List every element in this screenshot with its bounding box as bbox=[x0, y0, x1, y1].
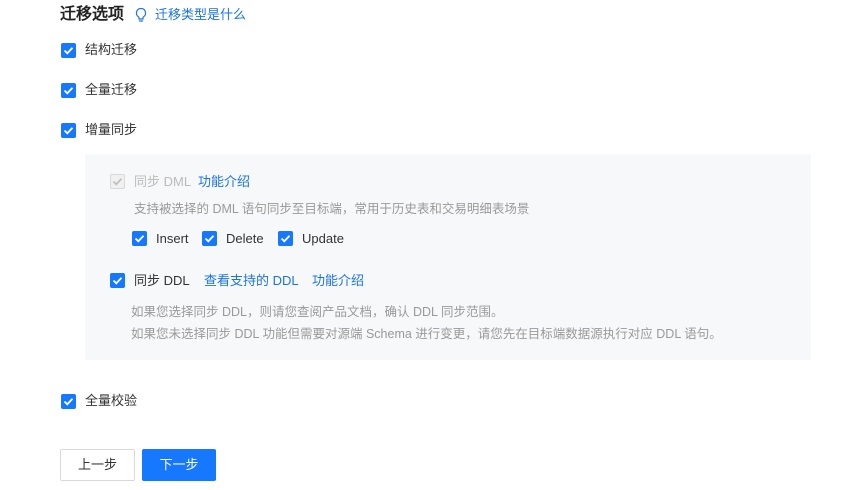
section-title: 迁移选项 bbox=[60, 6, 125, 23]
dml-insert-checkbox[interactable] bbox=[132, 231, 147, 246]
sync-dml-description: 支持被选择的 DML 语句同步至目标端，常用于历史表和交易明细表场景 bbox=[134, 202, 530, 216]
check-icon bbox=[63, 127, 74, 135]
check-icon bbox=[112, 277, 123, 285]
sync-ddl-checkbox[interactable] bbox=[110, 273, 125, 288]
previous-step-button[interactable]: 上一步 bbox=[60, 449, 135, 481]
full-migration-checkbox[interactable] bbox=[61, 83, 76, 98]
dml-delete-checkbox[interactable] bbox=[202, 231, 217, 246]
supported-ddl-link[interactable]: 查看支持的 DDL bbox=[204, 273, 299, 289]
sync-dml-checkbox bbox=[110, 174, 125, 189]
full-verification-checkbox[interactable] bbox=[61, 394, 76, 409]
full-migration-label: 全量迁移 bbox=[85, 82, 138, 97]
sync-ddl-label: 同步 DDL bbox=[134, 273, 190, 288]
dml-update-label: Update bbox=[302, 231, 344, 246]
dml-update-checkbox[interactable] bbox=[278, 231, 293, 246]
check-icon bbox=[134, 235, 145, 243]
sync-dml-intro-link[interactable]: 功能介绍 bbox=[198, 174, 250, 190]
sync-ddl-intro-link[interactable]: 功能介绍 bbox=[312, 273, 364, 289]
check-icon bbox=[204, 235, 215, 243]
check-icon bbox=[63, 87, 74, 95]
full-verification-label: 全量校验 bbox=[85, 393, 138, 408]
check-icon bbox=[112, 178, 123, 186]
check-icon bbox=[63, 398, 74, 406]
dml-delete-label: Delete bbox=[226, 231, 264, 246]
schema-migration-checkbox[interactable] bbox=[61, 43, 76, 58]
sync-ddl-note-2: 如果您未选择同步 DDL 功能但需要对源端 Schema 进行变更，请您先在目标… bbox=[131, 327, 722, 341]
incremental-sync-label: 增量同步 bbox=[85, 122, 138, 137]
schema-migration-label: 结构迁移 bbox=[85, 42, 138, 57]
next-step-button[interactable]: 下一步 bbox=[142, 449, 216, 481]
check-icon bbox=[63, 47, 74, 55]
sync-ddl-note-1: 如果您选择同步 DDL，则请您查阅产品文档，确认 DDL 同步范围。 bbox=[131, 305, 504, 319]
sync-dml-label: 同步 DML bbox=[134, 174, 192, 189]
lightbulb-icon bbox=[135, 7, 147, 22]
dml-insert-label: Insert bbox=[156, 231, 189, 246]
migration-type-help-link[interactable]: 迁移类型是什么 bbox=[155, 6, 246, 24]
check-icon bbox=[280, 235, 291, 243]
incremental-sync-checkbox[interactable] bbox=[61, 123, 76, 138]
